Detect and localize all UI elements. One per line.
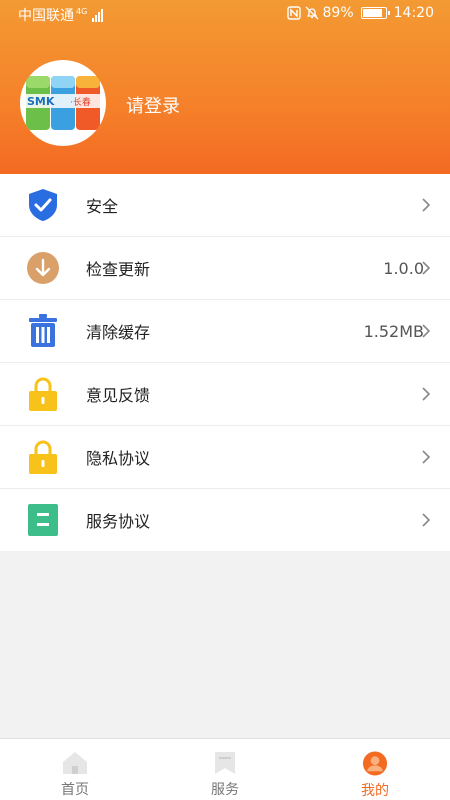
chevron-right-icon <box>422 513 431 527</box>
clock: 14:20 <box>393 5 434 21</box>
menu-item-label: 检查更新 <box>86 260 151 279</box>
cache-size-value: 1.52MB <box>363 321 424 341</box>
menu-item-feedback[interactable]: 意见反馈 <box>0 363 450 426</box>
signal-icon <box>92 8 104 22</box>
battery-percent: 89% <box>322 5 354 21</box>
carrier-label: 中国联通 <box>18 8 74 24</box>
user-icon <box>362 751 388 776</box>
tab-label: 我的 <box>361 783 389 799</box>
home-icon <box>63 752 87 774</box>
chevron-right-icon <box>422 450 431 464</box>
lock-icon <box>26 440 60 474</box>
version-value: 1.0.0 <box>383 258 424 278</box>
lock-icon <box>26 377 60 411</box>
menu-item-security[interactable]: 安全 <box>0 174 450 237</box>
trash-icon <box>26 314 60 348</box>
menu-item-label: 安全 <box>86 197 119 216</box>
download-arrow-icon <box>26 251 60 285</box>
menu-item-label: 服务协议 <box>86 512 151 531</box>
tab-service[interactable]: 服务 <box>150 739 300 800</box>
login-link[interactable]: 请登录 <box>126 92 180 118</box>
tab-home[interactable]: 首页 <box>0 739 150 800</box>
chevron-right-icon <box>422 198 431 212</box>
nfc-icon <box>286 6 301 20</box>
chevron-right-icon <box>422 387 431 401</box>
settings-menu: 安全 检查更新 1.0.0 清除缓存 1.52MB 意见反馈 隐私协议 服务协议 <box>0 174 450 551</box>
smk-logo-icon: SMK ·长春 <box>24 76 102 130</box>
tab-label: 首页 <box>61 782 89 798</box>
network-label: 4G <box>76 6 88 16</box>
menu-item-clear-cache[interactable]: 清除缓存 1.52MB <box>0 300 450 363</box>
tab-label: 服务 <box>211 782 239 798</box>
menu-item-label: 意见反馈 <box>86 386 151 405</box>
menu-item-label: 隐私协议 <box>86 449 151 468</box>
mute-bell-icon <box>305 6 318 20</box>
tab-mine[interactable]: 我的 <box>300 739 450 800</box>
chevron-right-icon <box>422 261 431 275</box>
svg-text:·长春: ·长春 <box>70 96 91 108</box>
battery-icon <box>360 7 390 19</box>
shield-check-icon <box>26 188 60 222</box>
menu-item-check-update[interactable]: 检查更新 1.0.0 <box>0 237 450 300</box>
chevron-right-icon <box>422 324 431 338</box>
svg-text:SMK: SMK <box>27 95 55 108</box>
menu-item-privacy-policy[interactable]: 隐私协议 <box>0 426 450 489</box>
service-icon <box>215 752 235 774</box>
document-icon <box>26 503 60 537</box>
bottom-tab-bar: 首页 服务 我的 <box>0 738 450 800</box>
menu-item-label: 清除缓存 <box>86 323 151 342</box>
status-bar: 中国联通 4G 89% 14:20 <box>0 0 450 28</box>
avatar[interactable]: SMK ·长春 <box>20 60 106 146</box>
menu-item-service-agreement[interactable]: 服务协议 <box>0 489 450 551</box>
profile-header: 中国联通 4G 89% 14:20 SMK ·长春 请登录 <box>0 0 450 174</box>
